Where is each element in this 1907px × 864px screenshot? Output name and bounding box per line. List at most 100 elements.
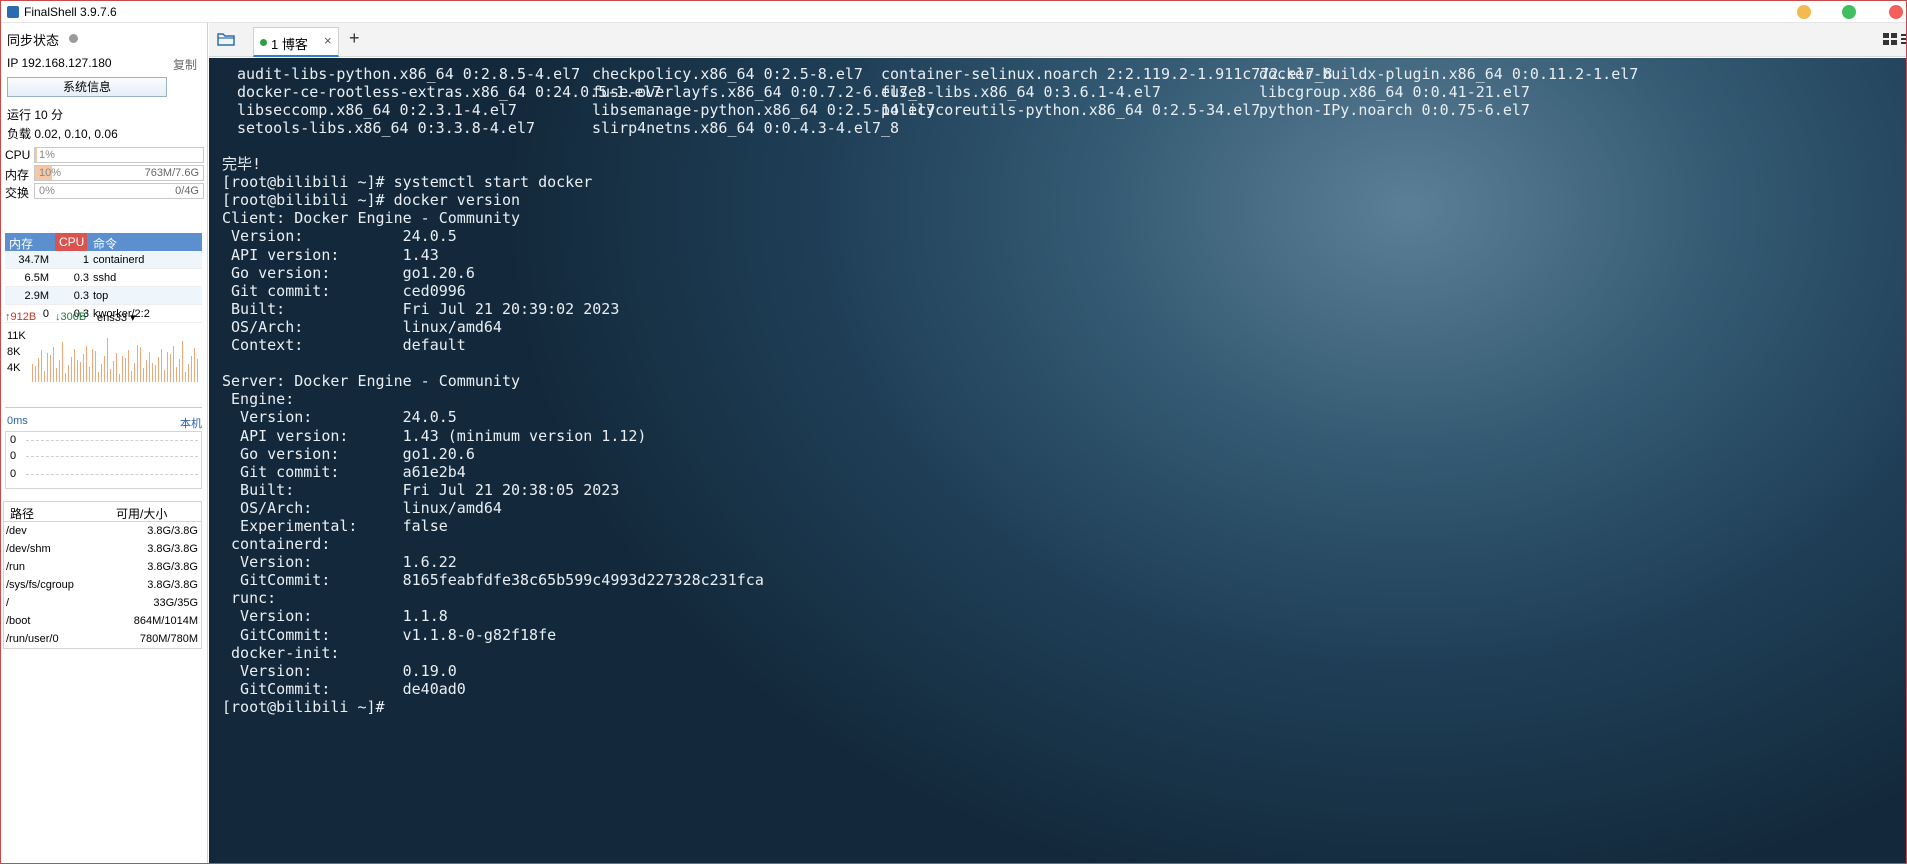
disk-size: 864M/1014M: [133, 615, 198, 627]
net-traffic-bar: [140, 347, 141, 382]
net-traffic-bar: [32, 364, 33, 382]
add-tab-button[interactable]: +: [349, 28, 360, 49]
net-traffic-bar: [191, 356, 192, 382]
process-command: sshd: [93, 272, 117, 284]
process-row[interactable]: 2.9M 0.3 top: [5, 287, 202, 305]
disk-row[interactable]: /dev/shm 3.8G/3.8G: [4, 540, 201, 558]
net-upload: ↑912B: [5, 311, 37, 323]
process-command: containerd: [93, 254, 145, 266]
net-traffic-bar: [122, 356, 123, 382]
proc-header-mem[interactable]: 内存: [9, 235, 33, 252]
terminal-line: Built: Fri Jul 21 20:38:05 2023: [222, 480, 620, 499]
net-traffic-bar: [98, 372, 99, 382]
net-traffic-bar: [134, 363, 135, 382]
network-interface-select[interactable]: ens33 ▾: [97, 311, 136, 324]
net-traffic-bar: [35, 366, 36, 382]
minimize-button[interactable]: [1797, 5, 1811, 19]
swap-percent: 0%: [39, 185, 55, 197]
disk-path: /boot: [6, 615, 31, 627]
net-traffic-bar: [137, 345, 138, 382]
terminal-line: containerd:: [222, 535, 331, 554]
terminal-line: API version: 1.43: [222, 245, 439, 264]
finalshell-window: FinalShell 3.9.7.6 同步状态 IP 192.168.127.1…: [0, 0, 1907, 864]
package-entry: audit-libs-python.x86_64 0:2.8.5-4.el7: [237, 65, 581, 83]
terminal-line: Version: 24.0.5: [222, 408, 457, 427]
process-command: top: [93, 290, 109, 302]
ping-gridline: [26, 474, 198, 475]
process-table-header: 内存 CPU 命令: [5, 233, 202, 251]
net-traffic-bar: [62, 342, 63, 382]
process-row[interactable]: 34.7M 1 containerd: [5, 251, 202, 269]
process-mem: 6.5M: [24, 272, 49, 284]
title-bar: FinalShell 3.9.7.6: [1, 1, 1906, 23]
proc-header-cmd[interactable]: 命令: [93, 235, 117, 252]
net-upload-value: 912B: [10, 311, 37, 323]
terminal-line: OS/Arch: linux/amd64: [222, 498, 502, 517]
copy-ip-link[interactable]: 复制: [173, 56, 197, 73]
process-cpu: 0.3: [73, 272, 89, 284]
disk-path: /dev: [6, 525, 27, 537]
ping-target[interactable]: 本机: [180, 415, 202, 431]
package-entry: libseccomp.x86_64 0:2.3.1-4.el7: [237, 101, 517, 120]
terminal-line: Built: Fri Jul 21 20:39:02 2023: [222, 299, 620, 318]
disk-header-path[interactable]: 路径: [10, 505, 34, 522]
layout-grid-icon[interactable]: [1883, 33, 1897, 46]
close-window-button[interactable]: [1889, 5, 1903, 19]
disk-row[interactable]: /run/user/0 780M/780M: [4, 630, 201, 648]
close-tab-icon[interactable]: ×: [324, 33, 332, 48]
disk-row[interactable]: / 33G/35G: [4, 594, 201, 612]
disk-row[interactable]: /boot 864M/1014M: [4, 612, 201, 630]
swap-meter: 0% 0/4G: [34, 183, 204, 199]
status-sidebar: 同步状态 IP 192.168.127.180 复制 系统信息 运行 10 分 …: [1, 23, 208, 863]
net-traffic-bar: [86, 346, 87, 382]
disk-size: 3.8G/3.8G: [147, 561, 198, 573]
process-mem: 34.7M: [18, 254, 49, 266]
net-traffic-bar: [143, 368, 144, 382]
disk-row[interactable]: /dev 3.8G/3.8G: [4, 522, 201, 540]
mem-meter: 10% 763M/7.6G: [34, 165, 204, 181]
disk-row[interactable]: /run 3.8G/3.8G: [4, 558, 201, 576]
package-entry: libcgroup.x86_64 0:0.41-21.el7: [1259, 83, 1530, 102]
disk-path: /run: [6, 561, 25, 573]
system-info-button[interactable]: 系统信息: [7, 77, 167, 97]
net-traffic-bar: [44, 371, 45, 382]
disk-header-size[interactable]: 可用/大小: [116, 505, 167, 522]
terminal-line: Go version: go1.20.6: [222, 444, 475, 463]
net-traffic-bar: [113, 361, 114, 382]
terminal-line: Server: Docker Engine - Community: [222, 372, 521, 391]
process-row[interactable]: 6.5M 0.3 sshd: [5, 269, 202, 287]
maximize-button[interactable]: [1842, 5, 1856, 19]
proc-header-cpu[interactable]: CPU: [55, 233, 87, 251]
uptime-text: 运行 10 分: [7, 108, 64, 122]
network-traffic-graph: 11K 8K 4K: [5, 328, 202, 408]
disk-row[interactable]: /sys/fs/cgroup 3.8G/3.8G: [4, 576, 201, 594]
terminal-line: Experimental: false: [222, 516, 448, 535]
net-traffic-bar: [104, 356, 105, 382]
net-traffic-bar: [128, 350, 129, 382]
terminal-line: GitCommit: 8165feabfdfe38c65b599c4993d22…: [222, 571, 764, 590]
folder-icon[interactable]: [217, 32, 235, 46]
net-traffic-bar: [101, 364, 102, 382]
net-traffic-bar: [146, 360, 147, 382]
terminal-line: Go version: go1.20.6: [222, 263, 475, 282]
terminal-line: Version: 1.6.22: [222, 553, 457, 572]
net-traffic-bar: [41, 350, 42, 382]
net-traffic-bar: [149, 352, 150, 382]
tab-session-1[interactable]: 1 博客 ×: [253, 27, 339, 57]
ping-graph: 0 0 0: [5, 431, 202, 489]
menu-icon[interactable]: [1901, 33, 1907, 46]
package-entry: fuse-overlayfs.x86_64 0:0.7.2-6.el7_8: [592, 83, 927, 102]
net-traffic-bar: [53, 347, 54, 382]
net-traffic-bar: [77, 360, 78, 382]
net-traffic-bar: [125, 358, 126, 382]
terminal-output[interactable]: audit-libs-python.x86_64 0:2.8.5-4.el7 ch…: [209, 58, 1906, 863]
mem-label: 内存: [5, 168, 30, 182]
mem-value: 763M/7.6G: [144, 167, 199, 179]
terminal-line: Client: Docker Engine - Community: [222, 209, 521, 228]
terminal-line: [root@bilibili ~]# docker version: [222, 191, 521, 210]
cpu-label: CPU: [5, 148, 31, 162]
connected-status-icon: [260, 39, 267, 46]
net-traffic-bar: [116, 353, 117, 382]
